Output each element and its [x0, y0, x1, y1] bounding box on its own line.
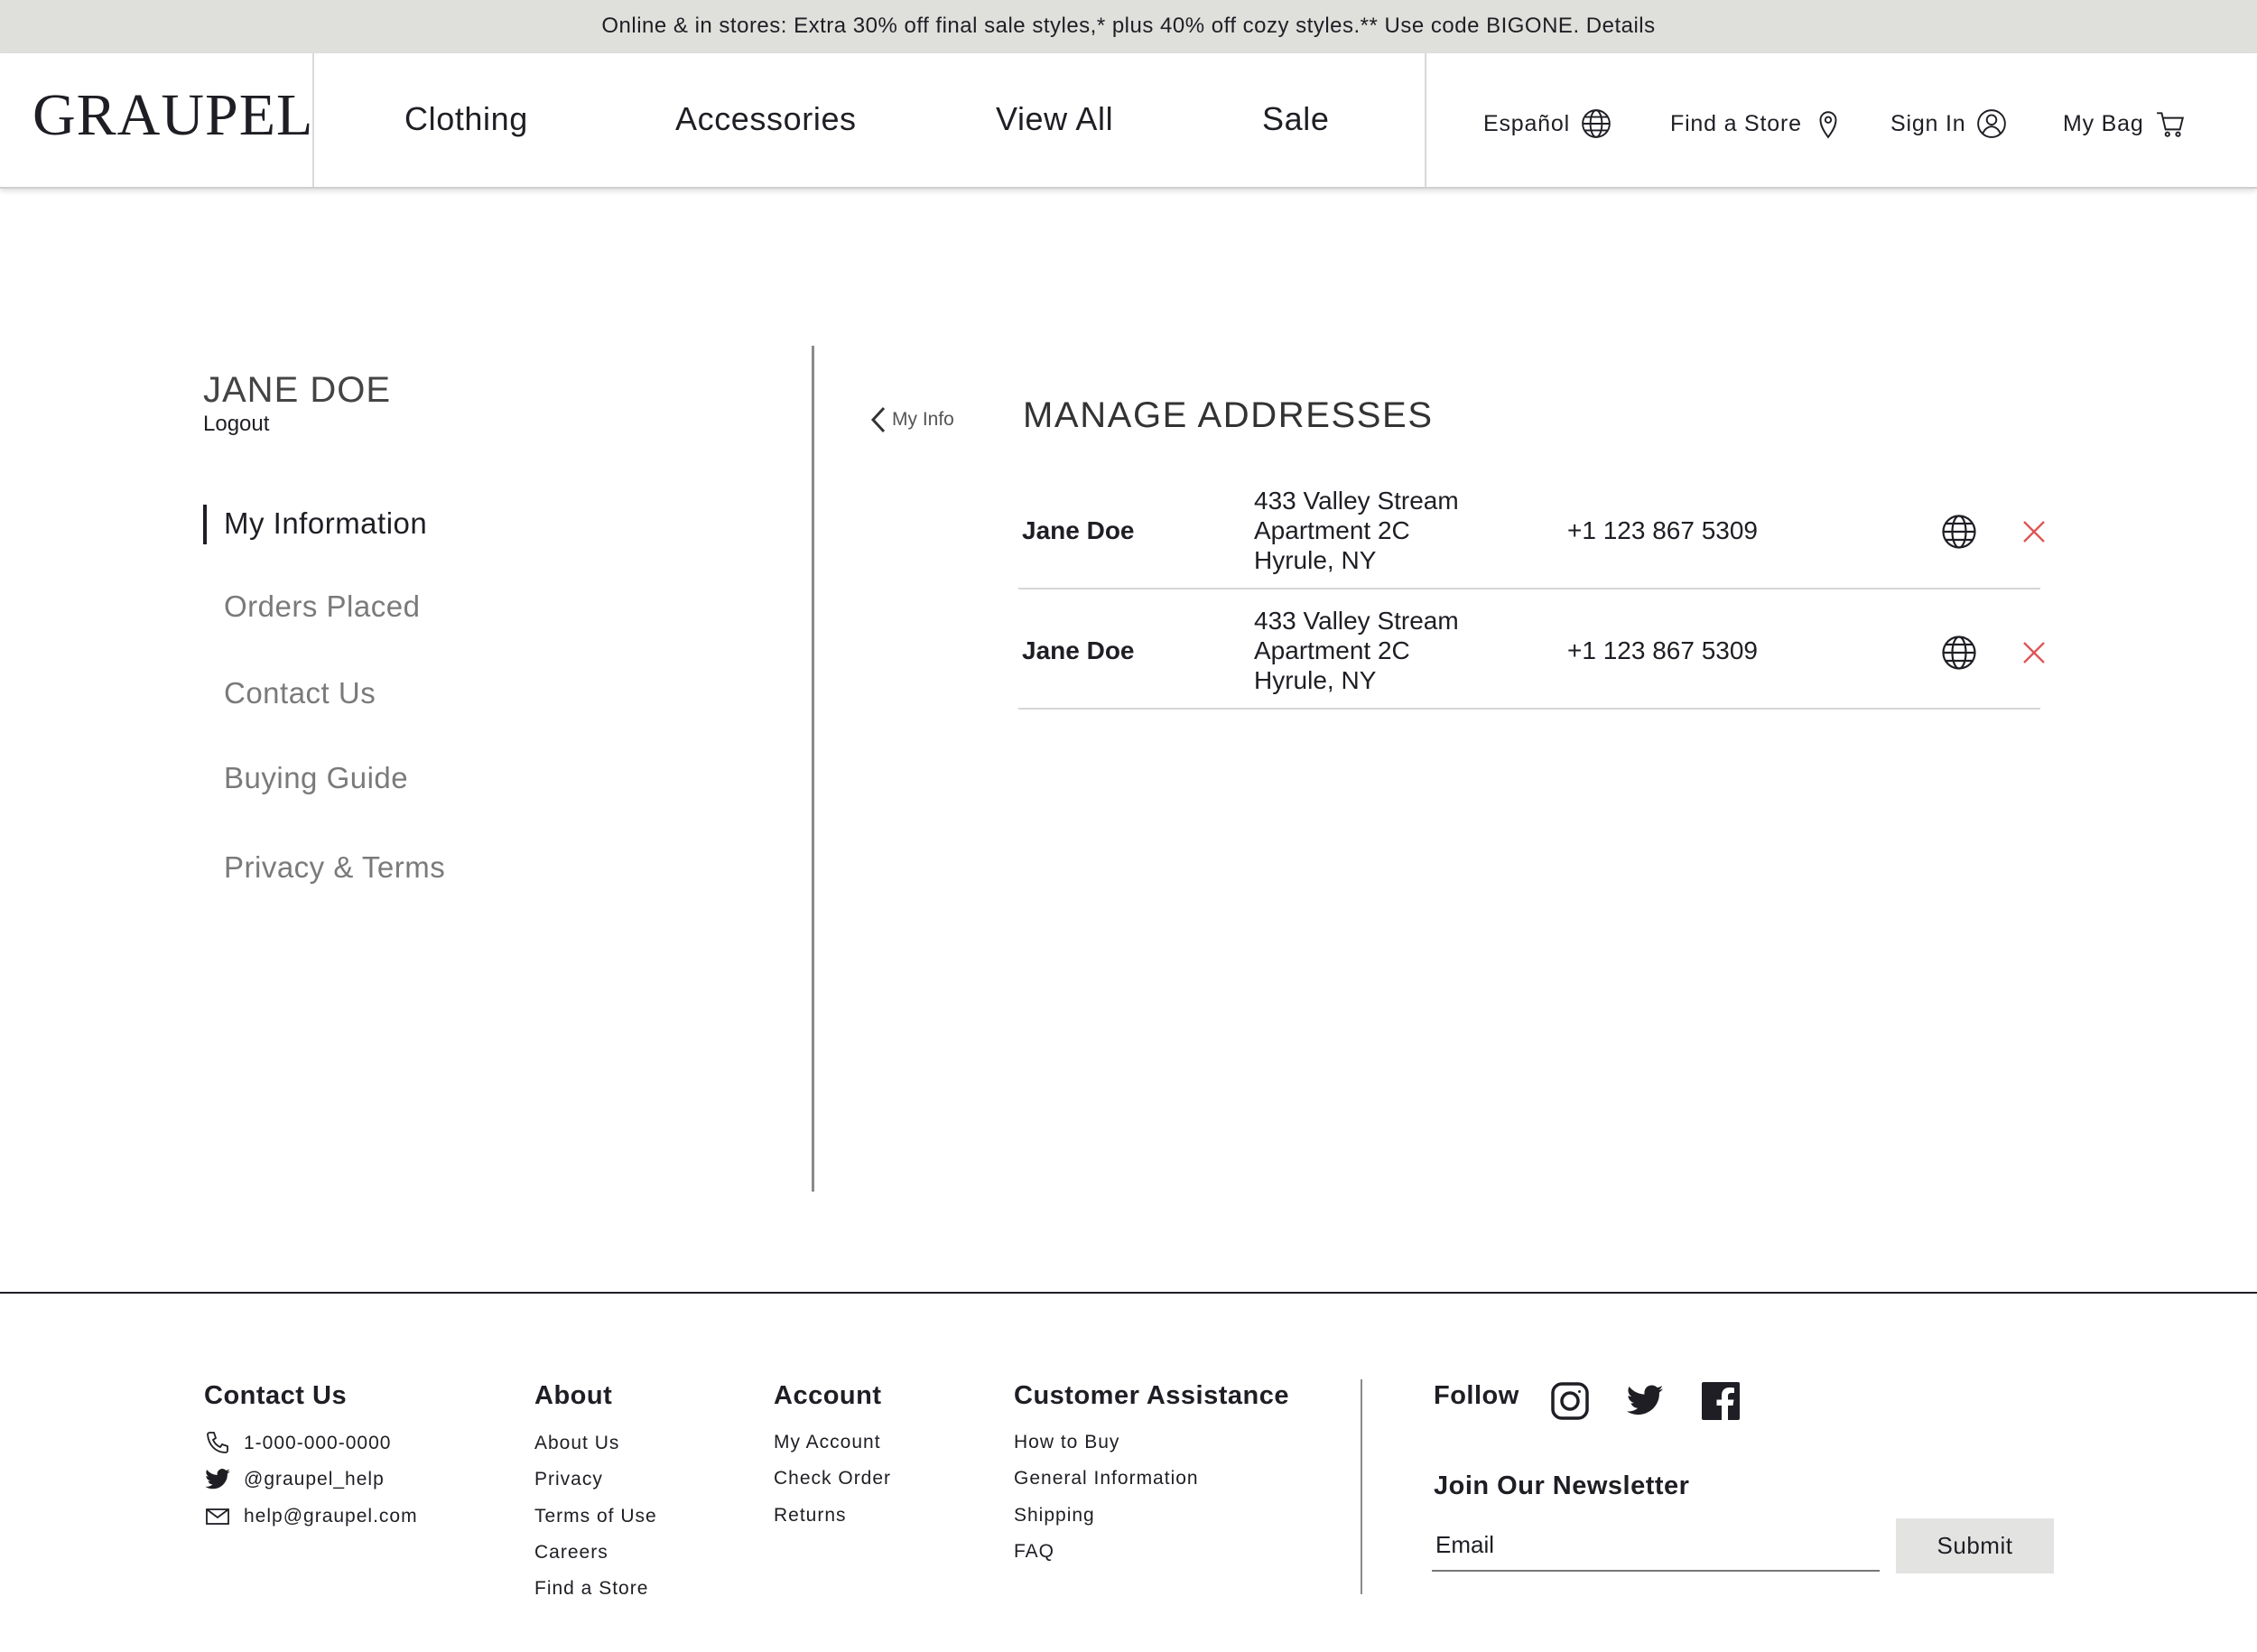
facebook-icon[interactable] — [1701, 1381, 1741, 1421]
sign-in-label: Sign In — [1890, 110, 1966, 136]
address-line-3: Hyrule, NY — [1254, 666, 1377, 694]
footer-link-terms[interactable]: Terms of Use — [534, 1506, 657, 1527]
footer-email[interactable]: help@graupel.com — [204, 1503, 418, 1530]
nav-clothing[interactable]: Clothing — [404, 100, 528, 138]
promo-text: Online & in stores: Extra 30% off final … — [601, 14, 1656, 38]
address-line-1: 433 Valley Stream — [1254, 607, 1459, 635]
footer-link-about-us[interactable]: About Us — [534, 1433, 619, 1454]
nav-accessories[interactable]: Accessories — [675, 100, 857, 138]
back-label: My Info — [892, 409, 954, 430]
cart-icon — [2156, 112, 2184, 137]
close-icon[interactable] — [2022, 641, 2046, 664]
language-switch[interactable]: Español — [1483, 109, 1611, 138]
sidebar-item-contact-us[interactable]: Contact Us — [224, 676, 376, 710]
address-line-2: Apartment 2C — [1254, 636, 1410, 664]
footer-divider-vertical — [1361, 1379, 1362, 1594]
page-title: MANAGE ADDRESSES — [1023, 395, 1434, 435]
footer-newsletter-heading: Join Our Newsletter — [1434, 1471, 1690, 1500]
footer-link-how-to-buy[interactable]: How to Buy — [1014, 1432, 1119, 1453]
back-to-my-info[interactable]: My Info — [868, 404, 954, 435]
site-header: GRAUPEL Clothing Accessories View All Sa… — [0, 53, 2257, 189]
globe-icon[interactable] — [1941, 635, 1977, 671]
section-divider — [812, 346, 814, 1192]
address-lines: 433 Valley Stream Apartment 2C Hyrule, N… — [1254, 486, 1459, 575]
header-divider — [1425, 53, 1426, 187]
address-lines: 433 Valley Stream Apartment 2C Hyrule, N… — [1254, 606, 1459, 695]
newsletter-submit-button[interactable]: Submit — [1896, 1518, 2054, 1573]
map-pin-icon — [1819, 111, 1837, 139]
footer-link-privacy[interactable]: Privacy — [534, 1469, 603, 1490]
user-circle-icon — [1977, 109, 2007, 138]
active-indicator — [203, 505, 207, 544]
promo-banner[interactable]: Online & in stores: Extra 30% off final … — [0, 0, 2257, 53]
twitter-icon[interactable] — [1625, 1381, 1665, 1421]
address-name: Jane Doe — [1022, 636, 1135, 664]
language-label: Español — [1483, 110, 1570, 136]
find-store-link[interactable]: Find a Store — [1670, 109, 1844, 139]
footer-twitter-text: @graupel_help — [244, 1469, 385, 1490]
address-phone: +1 123 867 5309 — [1567, 636, 1758, 664]
footer-link-check-order[interactable]: Check Order — [774, 1468, 891, 1490]
footer-follow-heading: Follow — [1434, 1381, 1519, 1410]
sign-in-link[interactable]: Sign In — [1890, 109, 2007, 138]
sidebar-item-my-information[interactable]: My Information — [224, 506, 427, 541]
user-name: JANE DOE — [203, 370, 392, 410]
find-store-label: Find a Store — [1670, 110, 1802, 136]
footer-twitter[interactable]: @graupel_help — [204, 1466, 385, 1493]
sidebar-item-orders-placed[interactable]: Orders Placed — [224, 589, 420, 624]
mail-icon — [206, 1508, 229, 1525]
header-divider — [312, 53, 314, 187]
footer-link-careers[interactable]: Careers — [534, 1542, 608, 1564]
footer-email-text: help@graupel.com — [244, 1506, 418, 1527]
address-line-1: 433 Valley Stream — [1254, 487, 1459, 515]
address-phone: +1 123 867 5309 — [1567, 516, 1758, 544]
globe-icon[interactable] — [1941, 514, 1977, 550]
footer-phone[interactable]: 1-000-000-0000 — [204, 1430, 391, 1457]
phone-icon — [207, 1432, 228, 1453]
brand-logo[interactable]: GRAUPEL — [33, 86, 313, 145]
nav-view-all[interactable]: View All — [996, 100, 1113, 138]
nav-sale[interactable]: Sale — [1262, 100, 1329, 138]
footer-link-shipping[interactable]: Shipping — [1014, 1505, 1095, 1527]
sidebar-item-buying-guide[interactable]: Buying Guide — [224, 761, 408, 795]
footer-phone-text: 1-000-000-0000 — [244, 1433, 392, 1453]
newsletter-email-input[interactable] — [1432, 1519, 1880, 1572]
address-row: Jane Doe 433 Valley Stream Apartment 2C … — [1018, 469, 2045, 589]
bag-link[interactable]: My Bag — [2063, 109, 2186, 138]
footer-divider — [0, 1292, 2257, 1294]
chevron-left-icon — [870, 406, 886, 433]
globe-icon — [1582, 109, 1611, 138]
twitter-icon — [205, 1469, 230, 1490]
footer-link-faq[interactable]: FAQ — [1014, 1541, 1054, 1563]
footer-contact-heading: Contact Us — [204, 1381, 348, 1410]
address-name: Jane Doe — [1022, 516, 1135, 544]
footer-link-returns[interactable]: Returns — [774, 1505, 847, 1527]
footer-link-general-information[interactable]: General Information — [1014, 1468, 1199, 1490]
address-line-3: Hyrule, NY — [1254, 546, 1377, 574]
instagram-icon[interactable] — [1550, 1381, 1590, 1421]
bag-label: My Bag — [2063, 110, 2144, 136]
sidebar-item-privacy-terms[interactable]: Privacy & Terms — [224, 850, 445, 885]
footer-link-find-store[interactable]: Find a Store — [534, 1578, 648, 1600]
footer-about-heading: About — [534, 1381, 613, 1410]
footer-account-heading: Account — [774, 1381, 882, 1410]
close-icon[interactable] — [2022, 520, 2046, 543]
address-line-2: Apartment 2C — [1254, 516, 1410, 544]
logout-link[interactable]: Logout — [203, 412, 269, 437]
footer-assistance-heading: Customer Assistance — [1014, 1381, 1289, 1410]
address-row: Jane Doe 433 Valley Stream Apartment 2C … — [1018, 589, 2045, 710]
footer-link-my-account[interactable]: My Account — [774, 1432, 881, 1453]
